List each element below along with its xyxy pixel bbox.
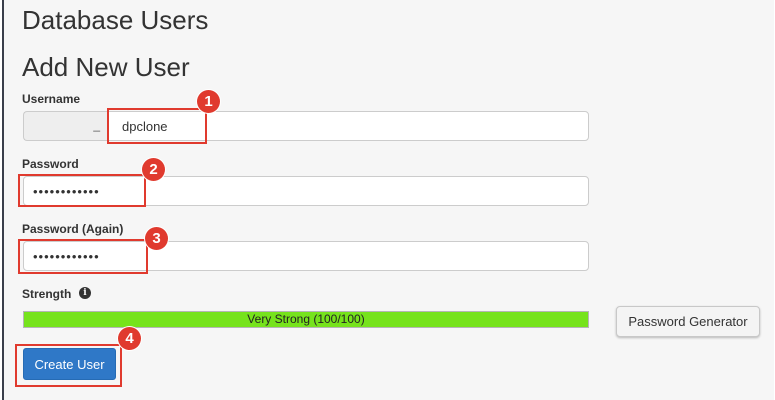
username-label: Username <box>22 92 81 106</box>
password-label: Password <box>22 157 79 171</box>
info-circle-icon[interactable]: i <box>79 287 91 299</box>
strength-label: Strength <box>22 287 72 301</box>
username-input[interactable] <box>107 111 589 141</box>
username-prefix: _ <box>23 111 107 141</box>
password-input[interactable] <box>23 176 589 206</box>
annotation-badge-1: 1 <box>197 90 220 113</box>
annotation-badge-4: 4 <box>118 327 141 350</box>
page-title: Database Users <box>22 5 209 35</box>
password-again-input[interactable] <box>23 241 589 271</box>
username-prefix-separator: _ <box>93 118 100 132</box>
annotation-badge-3: 3 <box>145 227 168 250</box>
strength-meter: Very Strong (100/100) <box>23 311 589 328</box>
create-user-button[interactable]: Create User <box>23 348 116 380</box>
password-again-label: Password (Again) <box>22 222 124 236</box>
strength-meter-text: Very Strong (100/100) <box>247 312 365 326</box>
annotation-badge-2: 2 <box>142 158 165 181</box>
password-generator-button[interactable]: Password Generator <box>616 306 760 337</box>
section-title: Add New User <box>22 52 190 82</box>
